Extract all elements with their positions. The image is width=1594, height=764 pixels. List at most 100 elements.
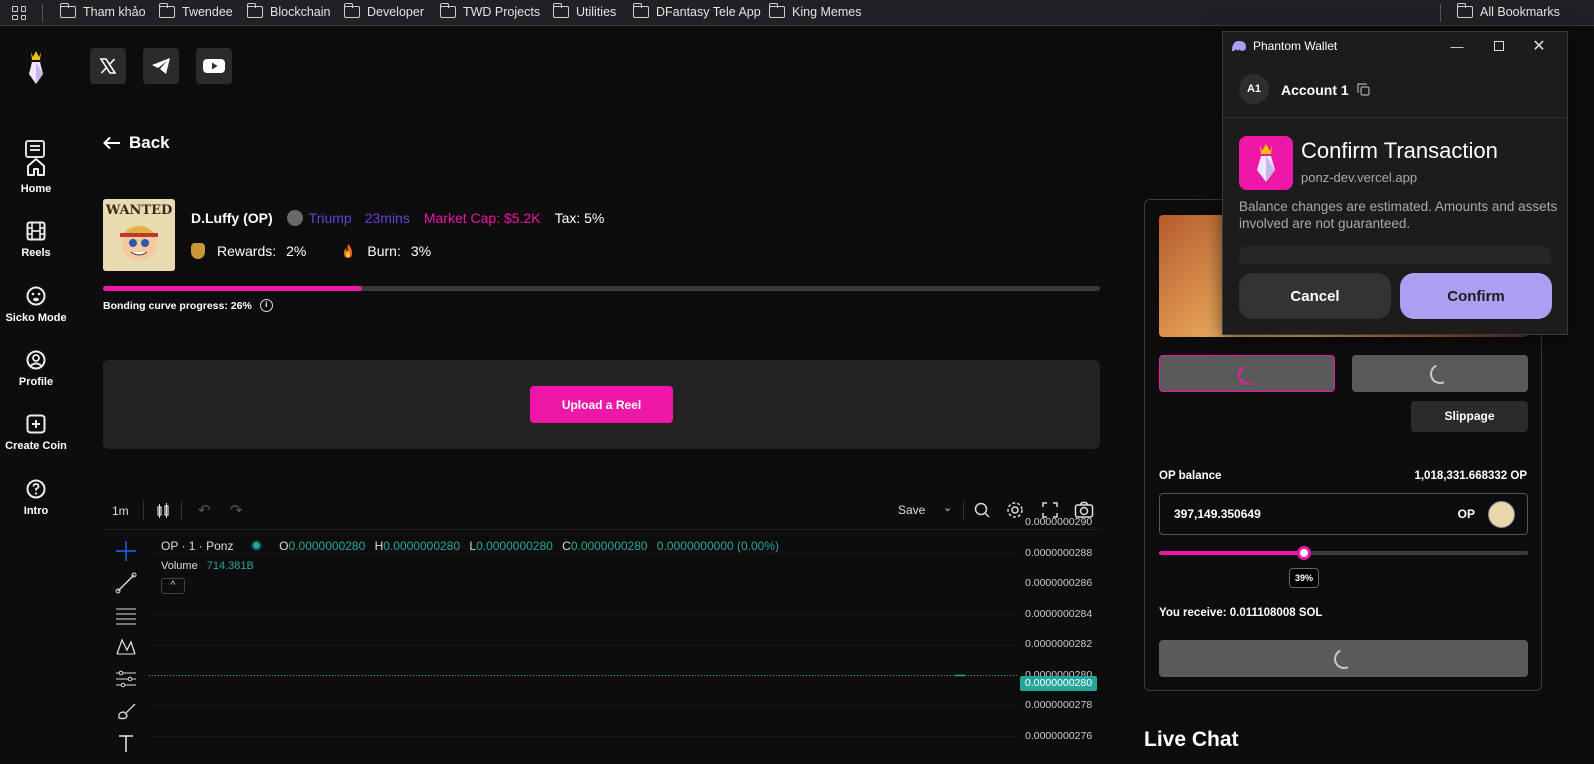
brush-icon[interactable]	[115, 700, 137, 722]
save-layout-button[interactable]: Save	[898, 503, 925, 517]
minimize-icon[interactable]: —	[1437, 32, 1477, 60]
slider-handle[interactable]	[1297, 546, 1311, 560]
token-avatar	[1488, 501, 1515, 528]
toolbar-divider	[181, 501, 182, 521]
cancel-button[interactable]: Cancel	[1239, 273, 1391, 319]
account-name[interactable]: Account 1	[1281, 82, 1349, 98]
bookmark-folder[interactable]: Utilities	[552, 3, 616, 19]
price-tick-label: 0.0000000290	[1025, 516, 1093, 528]
creator-name[interactable]: Triump	[309, 210, 352, 226]
slippage-button[interactable]: Slippage	[1411, 401, 1528, 432]
phantom-ghost-icon	[1232, 41, 1246, 51]
loading-spinner-icon	[1235, 362, 1261, 388]
trend-line-icon[interactable]	[115, 572, 137, 594]
chart-symbol: OP · 1 · Ponz	[161, 539, 234, 553]
sell-tab[interactable]	[1352, 355, 1528, 392]
youtube-icon	[203, 59, 225, 73]
folder-icon	[59, 3, 76, 18]
info-icon[interactable]: i	[259, 299, 273, 312]
text-tool-icon[interactable]	[115, 732, 137, 754]
wanted-poster-image: WANTED	[103, 199, 175, 271]
bookmark-folder[interactable]: TWD Projects	[439, 3, 540, 19]
app-logo-icon	[1257, 144, 1275, 182]
bookmark-folder[interactable]: Tham khảo	[59, 3, 146, 19]
price-tick-label: 0.0000000284	[1025, 607, 1093, 620]
maximize-icon[interactable]	[1479, 32, 1519, 60]
copy-icon[interactable]	[1357, 83, 1370, 96]
telegram-social-button[interactable]	[143, 48, 179, 84]
price-tick-label: 0.0000000278	[1025, 699, 1093, 711]
fire-icon	[344, 244, 353, 258]
bookmark-folder[interactable]: DFantasy Tele App	[632, 3, 761, 19]
home-icon	[27, 158, 45, 176]
confirm-button[interactable]: Confirm	[1400, 273, 1552, 319]
youtube-social-button[interactable]	[196, 48, 232, 84]
film-icon	[26, 221, 46, 241]
collapse-legend-button[interactable]: ^	[161, 578, 185, 594]
price-tick-label: 0.0000000282	[1025, 638, 1093, 650]
balance-notice: Balance changes are estimated. Amounts a…	[1239, 199, 1558, 231]
confirm-title: Confirm Transaction	[1301, 138, 1498, 163]
amount-input[interactable]: 397,149.350649 OP	[1159, 493, 1528, 535]
folder-icon	[552, 3, 569, 18]
measure-icon[interactable]	[115, 668, 137, 690]
trade-submit-button[interactable]	[1159, 640, 1528, 677]
amount-slider[interactable]	[1159, 551, 1528, 555]
apps-grid-icon[interactable]	[12, 6, 26, 20]
balance-label: OP balance	[1159, 470, 1222, 482]
folder-icon	[158, 3, 175, 18]
upload-reel-button[interactable]: Upload a Reel	[530, 386, 673, 423]
bonding-curve-bar	[103, 286, 1100, 291]
price-tick-label: 0.0000000288	[1025, 546, 1093, 559]
bookmark-folder[interactable]: Twendee	[158, 3, 233, 19]
money-bag-icon	[191, 243, 205, 259]
face-icon	[26, 286, 46, 306]
fib-lines-icon[interactable]	[115, 604, 137, 626]
amount-value: 397,149.350649	[1174, 507, 1261, 521]
bookmark-folder[interactable]: Blockchain	[246, 3, 330, 19]
folder-icon	[246, 3, 263, 18]
simulation-panel	[1239, 246, 1551, 264]
all-bookmarks[interactable]: All Bookmarks	[1456, 3, 1560, 19]
buy-tab[interactable]	[1159, 355, 1335, 392]
folder-icon	[768, 3, 785, 18]
folder-icon	[439, 3, 456, 18]
arrow-left-icon	[103, 136, 120, 150]
bookmark-folder[interactable]: Developer	[343, 3, 424, 19]
sidebar-item-profile[interactable]: Profile	[0, 349, 72, 388]
crosshair-icon[interactable]	[115, 540, 137, 562]
redo-icon[interactable]: ↷	[230, 501, 243, 519]
plus-square-icon	[26, 414, 46, 434]
market-cap: Market Cap: $5.2K	[423, 210, 541, 226]
indicators-icon[interactable]	[973, 501, 991, 519]
coin-title-row: D.Luffy (OP) Triump 23mins Market Cap: $…	[191, 210, 604, 226]
sidebar-item-home[interactable]: Home	[0, 156, 72, 195]
balance-value: 1,018,331.668332 OP	[1414, 470, 1527, 482]
coin-age: 23mins	[364, 210, 410, 226]
sidebar-item-create-coin[interactable]: Create Coin	[0, 413, 72, 452]
account-avatar[interactable]: A1	[1239, 74, 1269, 104]
bonding-curve-label: Bonding curve progress: 26% i	[103, 299, 273, 312]
sidebar-item-sicko-mode[interactable]: Sicko Mode	[0, 285, 72, 324]
undo-icon[interactable]: ↶	[198, 501, 211, 519]
gear-icon[interactable]	[1006, 501, 1024, 519]
chart-toolbar: 1m ↶ ↷ Save ⌄	[103, 492, 1100, 530]
chevron-down-icon[interactable]: ⌄	[943, 501, 952, 514]
phantom-wallet-window: Phantom Wallet — ✕ A1 Account 1 Confirm …	[1222, 31, 1568, 335]
dapp-domain: ponz-dev.vercel.app	[1301, 170, 1418, 185]
candles-icon[interactable]	[156, 502, 170, 520]
telegram-icon	[152, 58, 170, 74]
last-price-tag: 0.0000000280	[1020, 676, 1097, 691]
x-social-button[interactable]	[90, 48, 126, 84]
interval-selector[interactable]: 1m	[112, 504, 129, 518]
app-logo-icon[interactable]	[24, 48, 48, 88]
bookmark-folder[interactable]: King Memes	[768, 3, 861, 19]
price-tick-label: 0.0000000276	[1025, 729, 1093, 742]
sidebar-item-intro[interactable]: Intro	[0, 478, 72, 517]
back-link[interactable]: Back	[103, 133, 170, 153]
pattern-icon[interactable]	[115, 636, 137, 658]
sidebar-item-reels[interactable]: Reels	[0, 220, 72, 259]
bookmarks-divider	[1440, 4, 1441, 22]
price-axis: 0.0000000290 0.0000000288 0.0000000286 0.00…	[1017, 516, 1100, 764]
close-icon[interactable]: ✕	[1519, 32, 1559, 60]
